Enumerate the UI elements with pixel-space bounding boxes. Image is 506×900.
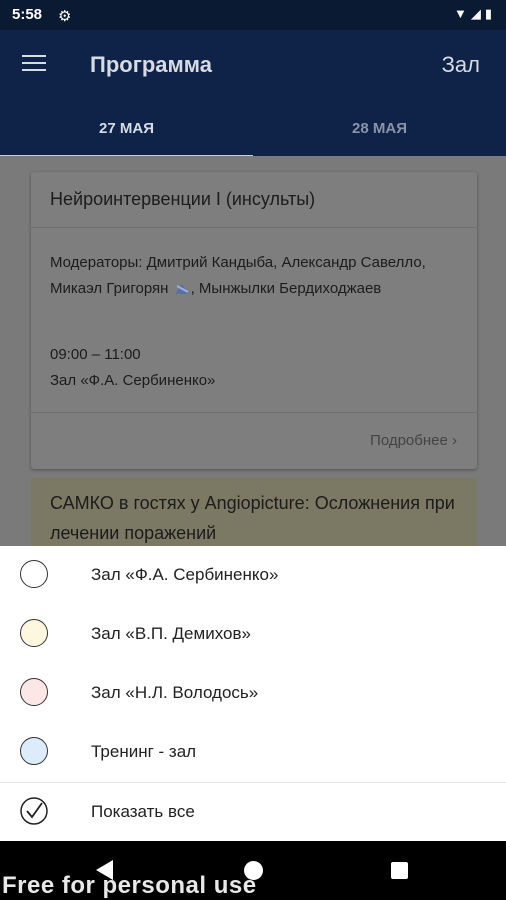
status-time: 5:58 [12, 6, 43, 23]
session-card[interactable]: САМКО в гостях у Angiopicture: Осложнени… [31, 478, 477, 548]
menu-icon[interactable] [22, 55, 46, 75]
flag-icon [174, 284, 189, 295]
page-title: Программа [90, 52, 213, 77]
filter-item-label: Тренинг - зал [91, 742, 197, 761]
session-moderators: Модераторы: Дмитрий Кандыба, Александр С… [50, 250, 460, 302]
moderators-text-end: , Мынжылки Бердиходжаев [190, 280, 382, 297]
filter-item[interactable]: Тренинг - зал [0, 723, 506, 782]
more-link[interactable]: Подробнее › [370, 432, 457, 449]
divider [31, 227, 477, 228]
chevron-right-icon: › [452, 432, 457, 449]
hall-color-dot [20, 737, 48, 765]
filter-item-label: Зал «Ф.А. Сербиненко» [91, 565, 279, 584]
day-tabs: 27 МАЯ 28 МАЯ [0, 112, 506, 158]
app-bar: Программа Зал 27 МАЯ 28 МАЯ [0, 30, 506, 158]
divider [31, 412, 477, 413]
filter-item[interactable]: Зал «Н.Л. Володось» [0, 664, 506, 723]
status-bar: 5:58 ⚙ ▼◢▮ [0, 0, 506, 30]
session-card[interactable]: Нейроинтервенции I (инсульты) Модераторы… [31, 172, 477, 469]
filter-item-label: Зал «В.П. Демихов» [91, 624, 251, 643]
schedule-list: Нейроинтервенции I (инсульты) Модераторы… [0, 156, 506, 548]
session-title: Нейроинтервенции I (инсульты) [50, 189, 316, 209]
show-all-label: Показать все [91, 802, 195, 821]
filter-item[interactable]: Зал «В.П. Демихов» [0, 605, 506, 664]
recents-icon[interactable] [391, 862, 408, 879]
hall-filter-button[interactable]: Зал [442, 52, 480, 78]
session-title: САМКО в гостях у Angiopicture: Осложнени… [50, 493, 455, 543]
tab-27-may[interactable]: 27 МАЯ [0, 120, 253, 137]
status-icons: ▼◢▮ [453, 6, 496, 21]
session-place: Зал «Ф.А. Сербиненко» [50, 372, 216, 389]
filter-item-label: Зал «Н.Л. Володось» [91, 683, 259, 702]
hall-filter-sheet: Зал «Ф.А. Сербиненко» Зал «В.П. Демихов»… [0, 546, 506, 841]
watermark: Free for personal use [2, 872, 257, 899]
hall-color-dot [20, 560, 48, 588]
tab-28-may[interactable]: 28 МАЯ [253, 120, 506, 137]
more-label: Подробнее [370, 432, 448, 449]
hall-color-dot [20, 619, 48, 647]
gear-icon: ⚙ [58, 8, 72, 25]
check-circle-icon [20, 797, 48, 825]
hall-color-dot [20, 678, 48, 706]
show-all-item[interactable]: Показать все [0, 782, 506, 842]
session-time: 09:00 – 11:00 [50, 346, 141, 363]
filter-item[interactable]: Зал «Ф.А. Сербиненко» [0, 546, 506, 605]
